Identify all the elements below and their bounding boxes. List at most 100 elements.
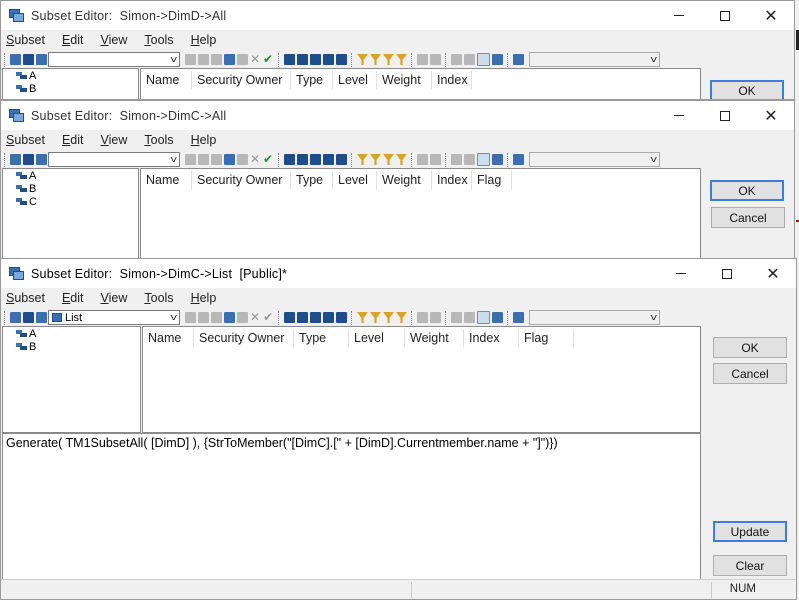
save-icon[interactable] <box>23 54 34 65</box>
copy-icon[interactable] <box>198 154 209 165</box>
expand-icon[interactable] <box>417 54 428 65</box>
menu-tools[interactable]: Tools <box>144 133 173 147</box>
delete-icon[interactable]: ✕ <box>250 153 261 165</box>
insert-icon[interactable] <box>451 312 462 323</box>
sort-hier-icon[interactable] <box>310 54 321 65</box>
paste-icon[interactable] <box>211 54 222 65</box>
col-security-owner[interactable]: Security Owner <box>192 171 291 189</box>
expand-icon[interactable] <box>417 312 428 323</box>
col-index[interactable]: Index <box>432 171 472 189</box>
filter-level-icon[interactable] <box>370 154 381 165</box>
refresh-icon[interactable] <box>36 54 47 65</box>
redo-icon[interactable] <box>237 54 248 65</box>
insert-parent-icon[interactable] <box>464 54 475 65</box>
new-subset-icon[interactable] <box>10 154 21 165</box>
mdx-expression-editor[interactable]: Generate( TM1SubsetAll( [DimD] ), {StrTo… <box>2 433 701 580</box>
tree-item[interactable]: A <box>16 327 140 340</box>
menu-view[interactable]: View <box>100 133 127 147</box>
cut-icon[interactable] <box>185 54 196 65</box>
paste-icon[interactable] <box>211 154 222 165</box>
drill-icon[interactable] <box>492 154 503 165</box>
col-index[interactable]: Index <box>432 71 472 89</box>
filter-attribute-icon[interactable] <box>357 154 368 165</box>
col-level[interactable]: Level <box>333 171 377 189</box>
sort-index-icon[interactable] <box>323 54 334 65</box>
properties-window-icon[interactable] <box>477 153 490 166</box>
drill-icon[interactable] <box>492 312 503 323</box>
maximize-button[interactable] <box>702 101 748 130</box>
toolbar-grip[interactable] <box>4 52 7 67</box>
tree-item[interactable]: B <box>16 340 140 353</box>
filter-level-icon[interactable] <box>370 312 381 323</box>
drill-icon[interactable] <box>492 54 503 65</box>
sort-asc-icon[interactable] <box>284 154 295 165</box>
title-bar[interactable]: Subset Editor: Simon->DimC->All ✕ <box>1 101 794 130</box>
collapse-icon[interactable] <box>430 312 441 323</box>
menu-subset[interactable]: Subset <box>6 33 45 47</box>
undo-icon[interactable] <box>224 54 235 65</box>
collapse-icon[interactable] <box>430 154 441 165</box>
update-button[interactable]: Update <box>713 521 787 542</box>
sort-asc-icon[interactable] <box>284 312 295 323</box>
menu-help[interactable]: Help <box>191 33 217 47</box>
alias-combo[interactable]: v <box>529 310 660 325</box>
cancel-button[interactable]: Cancel <box>713 363 787 384</box>
col-type[interactable]: Type <box>291 71 333 89</box>
insert-icon[interactable] <box>451 54 462 65</box>
col-name[interactable]: Name <box>143 329 194 347</box>
ok-button[interactable]: OK <box>710 80 784 99</box>
col-name[interactable]: Name <box>141 171 192 189</box>
element-tree[interactable]: A B <box>2 326 141 433</box>
tree-item[interactable]: A <box>16 69 138 82</box>
col-level[interactable]: Level <box>349 329 405 347</box>
col-weight[interactable]: Weight <box>377 71 432 89</box>
col-index[interactable]: Index <box>464 329 519 347</box>
alias-icon[interactable] <box>513 312 524 323</box>
tree-item[interactable]: B <box>16 82 138 95</box>
collapse-icon[interactable] <box>430 54 441 65</box>
menu-edit[interactable]: Edit <box>62 33 84 47</box>
col-flag[interactable]: Flag <box>519 329 574 347</box>
col-security-owner[interactable]: Security Owner <box>192 71 291 89</box>
col-name[interactable]: Name <box>141 71 192 89</box>
element-tree[interactable]: A B <box>2 68 139 99</box>
sort-index-icon[interactable] <box>323 312 334 323</box>
filter-expression-icon[interactable] <box>383 312 394 323</box>
filter-value-icon[interactable] <box>396 54 407 65</box>
insert-icon[interactable] <box>451 154 462 165</box>
alias-combo[interactable]: v <box>529 152 660 167</box>
menu-subset[interactable]: Subset <box>6 133 45 147</box>
menu-edit[interactable]: Edit <box>62 133 84 147</box>
maximize-button[interactable] <box>702 1 748 30</box>
redo-icon[interactable] <box>237 312 248 323</box>
col-level[interactable]: Level <box>333 71 377 89</box>
alias-icon[interactable] <box>513 154 524 165</box>
col-type[interactable]: Type <box>291 171 333 189</box>
toolbar-grip[interactable] <box>4 310 7 325</box>
menu-subset[interactable]: Subset <box>6 291 45 305</box>
copy-icon[interactable] <box>198 54 209 65</box>
copy-icon[interactable] <box>198 312 209 323</box>
alias-combo[interactable]: v <box>529 52 660 67</box>
filter-attribute-icon[interactable] <box>357 312 368 323</box>
subset-combo[interactable]: v <box>48 52 180 67</box>
delete-icon[interactable]: ✕ <box>250 53 261 65</box>
cancel-button[interactable]: Cancel <box>711 207 785 228</box>
menu-view[interactable]: View <box>100 291 127 305</box>
undo-icon[interactable] <box>224 312 235 323</box>
col-flag[interactable]: Flag <box>472 171 512 189</box>
title-bar[interactable]: Subset Editor: Simon->DimD->All ✕ <box>1 1 794 30</box>
properties-window-icon[interactable] <box>477 311 490 324</box>
filter-value-icon[interactable] <box>396 312 407 323</box>
element-tree[interactable]: A B C <box>2 168 139 259</box>
tree-item[interactable]: C <box>16 195 138 208</box>
clear-button[interactable]: Clear <box>713 555 787 576</box>
subset-combo[interactable]: List v <box>48 310 180 325</box>
insert-parent-icon[interactable] <box>464 154 475 165</box>
col-weight[interactable]: Weight <box>405 329 464 347</box>
close-button[interactable]: ✕ <box>748 101 794 130</box>
undo-icon[interactable] <box>224 154 235 165</box>
filter-value-icon[interactable] <box>396 154 407 165</box>
col-security-owner[interactable]: Security Owner <box>194 329 294 347</box>
sort-index-desc-icon[interactable] <box>336 312 347 323</box>
